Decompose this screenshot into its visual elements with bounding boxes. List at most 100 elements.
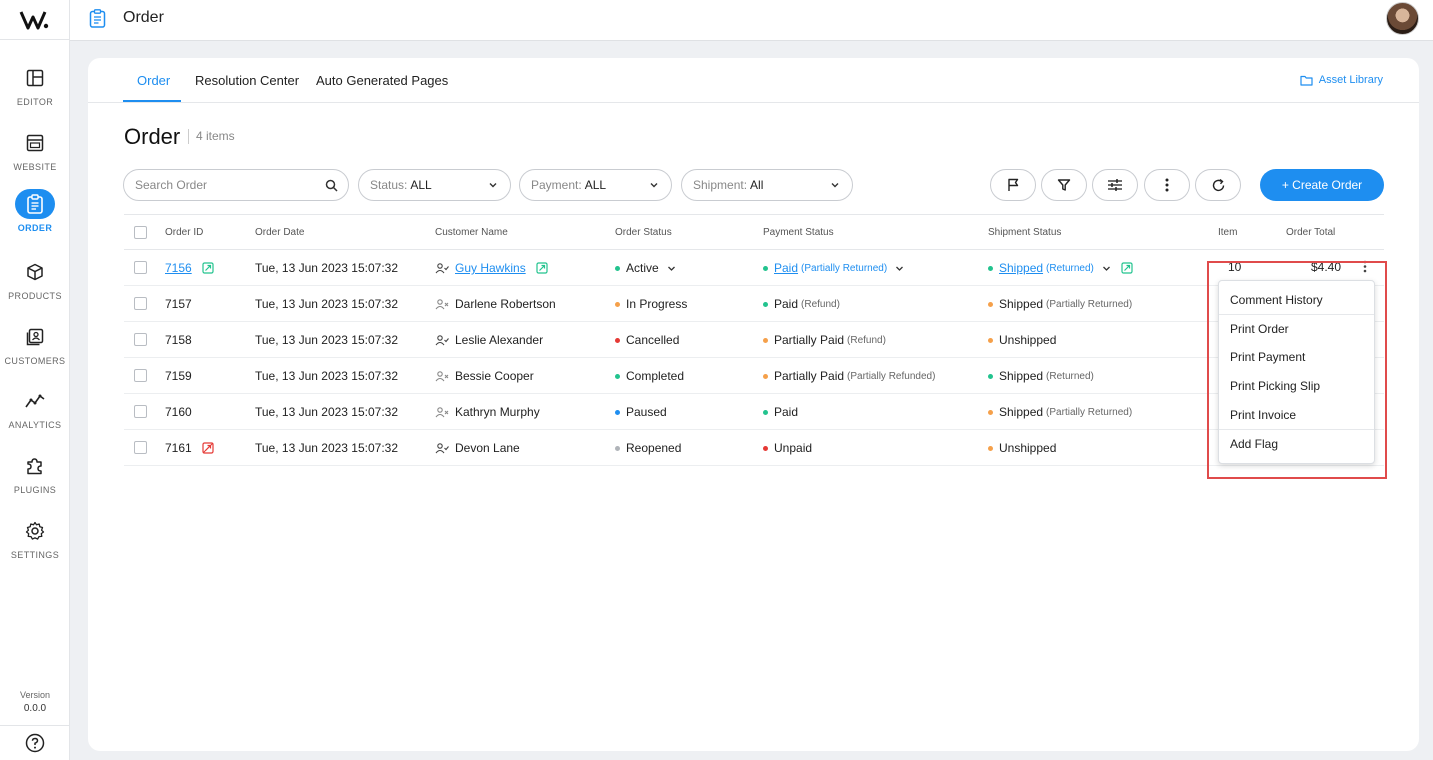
order-date-cell: Tue, 13 Jun 2023 15:07:32 (255, 369, 399, 383)
shipment-status-sub: (Partially Returned) (1046, 298, 1133, 310)
order-id-cell[interactable]: 7157 (165, 297, 192, 311)
order-date-cell: Tue, 13 Jun 2023 15:07:32 (255, 333, 399, 347)
order-status-dropdown[interactable]: Active (615, 261, 676, 275)
order-id-value[interactable]: 7161 (165, 441, 192, 455)
col-payment-status[interactable]: Payment Status (763, 227, 834, 238)
table-row[interactable]: 7161 Tue, 13 Jun 2023 15:07:32 Devon Lan… (124, 430, 1384, 466)
funnel-icon (1057, 179, 1071, 191)
puzzle-icon (15, 451, 55, 481)
order-date-cell: Tue, 13 Jun 2023 15:07:32 (255, 405, 399, 419)
payment-status-dropdown[interactable]: Paid (Partially Returned) (763, 261, 904, 275)
menu-item-comment-history[interactable]: Comment History (1219, 286, 1374, 314)
order-id-link[interactable]: 7156 (165, 261, 192, 275)
asset-library-link[interactable]: Asset Library (1300, 74, 1383, 86)
status-dot (988, 409, 993, 415)
payment-status-sub: (Refund) (801, 298, 840, 310)
sidebar-item-order[interactable]: ORDER (0, 189, 70, 233)
row-checkbox[interactable] (134, 297, 147, 310)
table-row[interactable]: 7159 Tue, 13 Jun 2023 15:07:32 Bessie Co… (124, 358, 1384, 394)
adjust-columns-button[interactable] (1092, 169, 1138, 201)
col-order-total[interactable]: Order Total (1286, 227, 1335, 238)
menu-item-print-payment[interactable]: Print Payment (1219, 343, 1374, 371)
sidebar-item-editor[interactable]: EDITOR (0, 63, 70, 107)
unlink-icon[interactable] (202, 442, 214, 454)
row-checkbox[interactable] (134, 441, 147, 454)
table-row[interactable]: 7160 Tue, 13 Jun 2023 15:07:32 Kathryn M… (124, 394, 1384, 430)
menu-item-print-picking-slip[interactable]: Print Picking Slip (1219, 372, 1374, 400)
help-button[interactable] (0, 725, 70, 760)
payment-filter[interactable]: Payment: ALL (519, 169, 672, 201)
shipment-filter-label: Shipment: (693, 178, 748, 192)
sidebar-item-label: ANALYTICS (8, 420, 62, 430)
logo-icon (19, 10, 49, 29)
customer-name[interactable]: Darlene Robertson (455, 297, 556, 311)
customer-name[interactable]: Kathryn Murphy (455, 405, 540, 419)
user-check-icon (435, 442, 449, 454)
shipment-status: Shipped (Partially Returned) (988, 405, 1132, 419)
link-icon[interactable] (536, 262, 548, 274)
order-id-cell[interactable]: 7158 (165, 333, 192, 347)
table-row[interactable]: 7157 Tue, 13 Jun 2023 15:07:32 Darlene R… (124, 286, 1384, 322)
chevron-down-icon (667, 264, 676, 273)
link-icon[interactable] (202, 262, 214, 274)
status-filter[interactable]: Status: ALL (358, 169, 511, 201)
order-id-cell[interactable]: 7159 (165, 369, 192, 383)
sidebar-item-label: WEBSITE (13, 162, 57, 172)
more-options-button[interactable] (1144, 169, 1190, 201)
status-dot (988, 265, 993, 271)
row-checkbox[interactable] (134, 261, 147, 274)
payment-status-sub: (Partially Refunded) (847, 370, 936, 382)
customer-name[interactable]: Bessie Cooper (455, 369, 534, 383)
payment-status-value: Unpaid (774, 441, 813, 455)
payment-status-value: Partially Paid (774, 333, 845, 347)
select-all-checkbox[interactable] (134, 226, 147, 239)
app-logo[interactable] (0, 0, 70, 40)
refresh-button[interactable] (1195, 169, 1241, 201)
col-item[interactable]: Item (1218, 227, 1237, 238)
table-row[interactable]: 7156 Tue, 13 Jun 2023 15:07:32 Guy Hawki… (124, 250, 1384, 286)
col-order-date[interactable]: Order Date (255, 227, 304, 238)
search-input[interactable]: Search Order (123, 169, 349, 201)
col-shipment-status[interactable]: Shipment Status (988, 227, 1061, 238)
customer-link[interactable]: Guy Hawkins (455, 261, 526, 275)
tab-order[interactable]: Order (137, 73, 170, 88)
row-checkbox[interactable] (134, 333, 147, 346)
sidebar-item-customers[interactable]: CUSTOMERS (0, 322, 70, 366)
sidebar-item-products[interactable]: PRODUCTS (0, 257, 70, 301)
customer-name[interactable]: Devon Lane (455, 441, 520, 455)
sidebar-item-analytics[interactable]: ANALYTICS (0, 386, 70, 430)
tab-resolution-center[interactable]: Resolution Center (195, 73, 299, 88)
flag-button[interactable] (990, 169, 1036, 201)
row-checkbox[interactable] (134, 405, 147, 418)
menu-item-add-flag[interactable]: Add Flag (1219, 430, 1374, 458)
shipment-status-value: Shipped (999, 369, 1044, 383)
row-checkbox[interactable] (134, 369, 147, 382)
status-dot (988, 373, 993, 379)
sidebar-item-settings[interactable]: SETTINGS (0, 516, 70, 560)
page-header-title: Order (123, 9, 164, 26)
col-order-id[interactable]: Order ID (165, 227, 203, 238)
customer-cell: Bessie Cooper (435, 369, 534, 383)
col-order-status[interactable]: Order Status (615, 227, 672, 238)
customer-name[interactable]: Leslie Alexander (455, 333, 543, 347)
payment-status-sub: (Partially Returned) (801, 262, 888, 274)
shipment-filter[interactable]: Shipment: All (681, 169, 853, 201)
order-id-cell[interactable]: 7160 (165, 405, 192, 419)
col-customer-name[interactable]: Customer Name (435, 227, 508, 238)
sidebar-item-label: CUSTOMERS (4, 356, 66, 366)
table-row[interactable]: 7158 Tue, 13 Jun 2023 15:07:32 Leslie Al… (124, 322, 1384, 358)
link-icon[interactable] (1121, 262, 1133, 274)
sidebar-item-plugins[interactable]: PLUGINS (0, 451, 70, 495)
menu-item-print-order[interactable]: Print Order (1219, 315, 1374, 343)
filter-button[interactable] (1041, 169, 1087, 201)
menu-item-print-invoice[interactable]: Print Invoice (1219, 401, 1374, 429)
create-order-button[interactable]: + Create Order (1260, 169, 1384, 201)
shipment-status-value: Unshipped (999, 441, 1057, 455)
avatar[interactable] (1386, 2, 1419, 35)
tab-auto-generated-pages[interactable]: Auto Generated Pages (316, 73, 448, 88)
sidebar-item-website[interactable]: WEBSITE (0, 128, 70, 172)
shipment-status-dropdown[interactable]: Shipped (Returned) (988, 261, 1133, 275)
customer-cell: Darlene Robertson (435, 297, 556, 311)
payment-status-value: Paid (774, 405, 799, 419)
shipment-status-value: Shipped (999, 297, 1044, 311)
